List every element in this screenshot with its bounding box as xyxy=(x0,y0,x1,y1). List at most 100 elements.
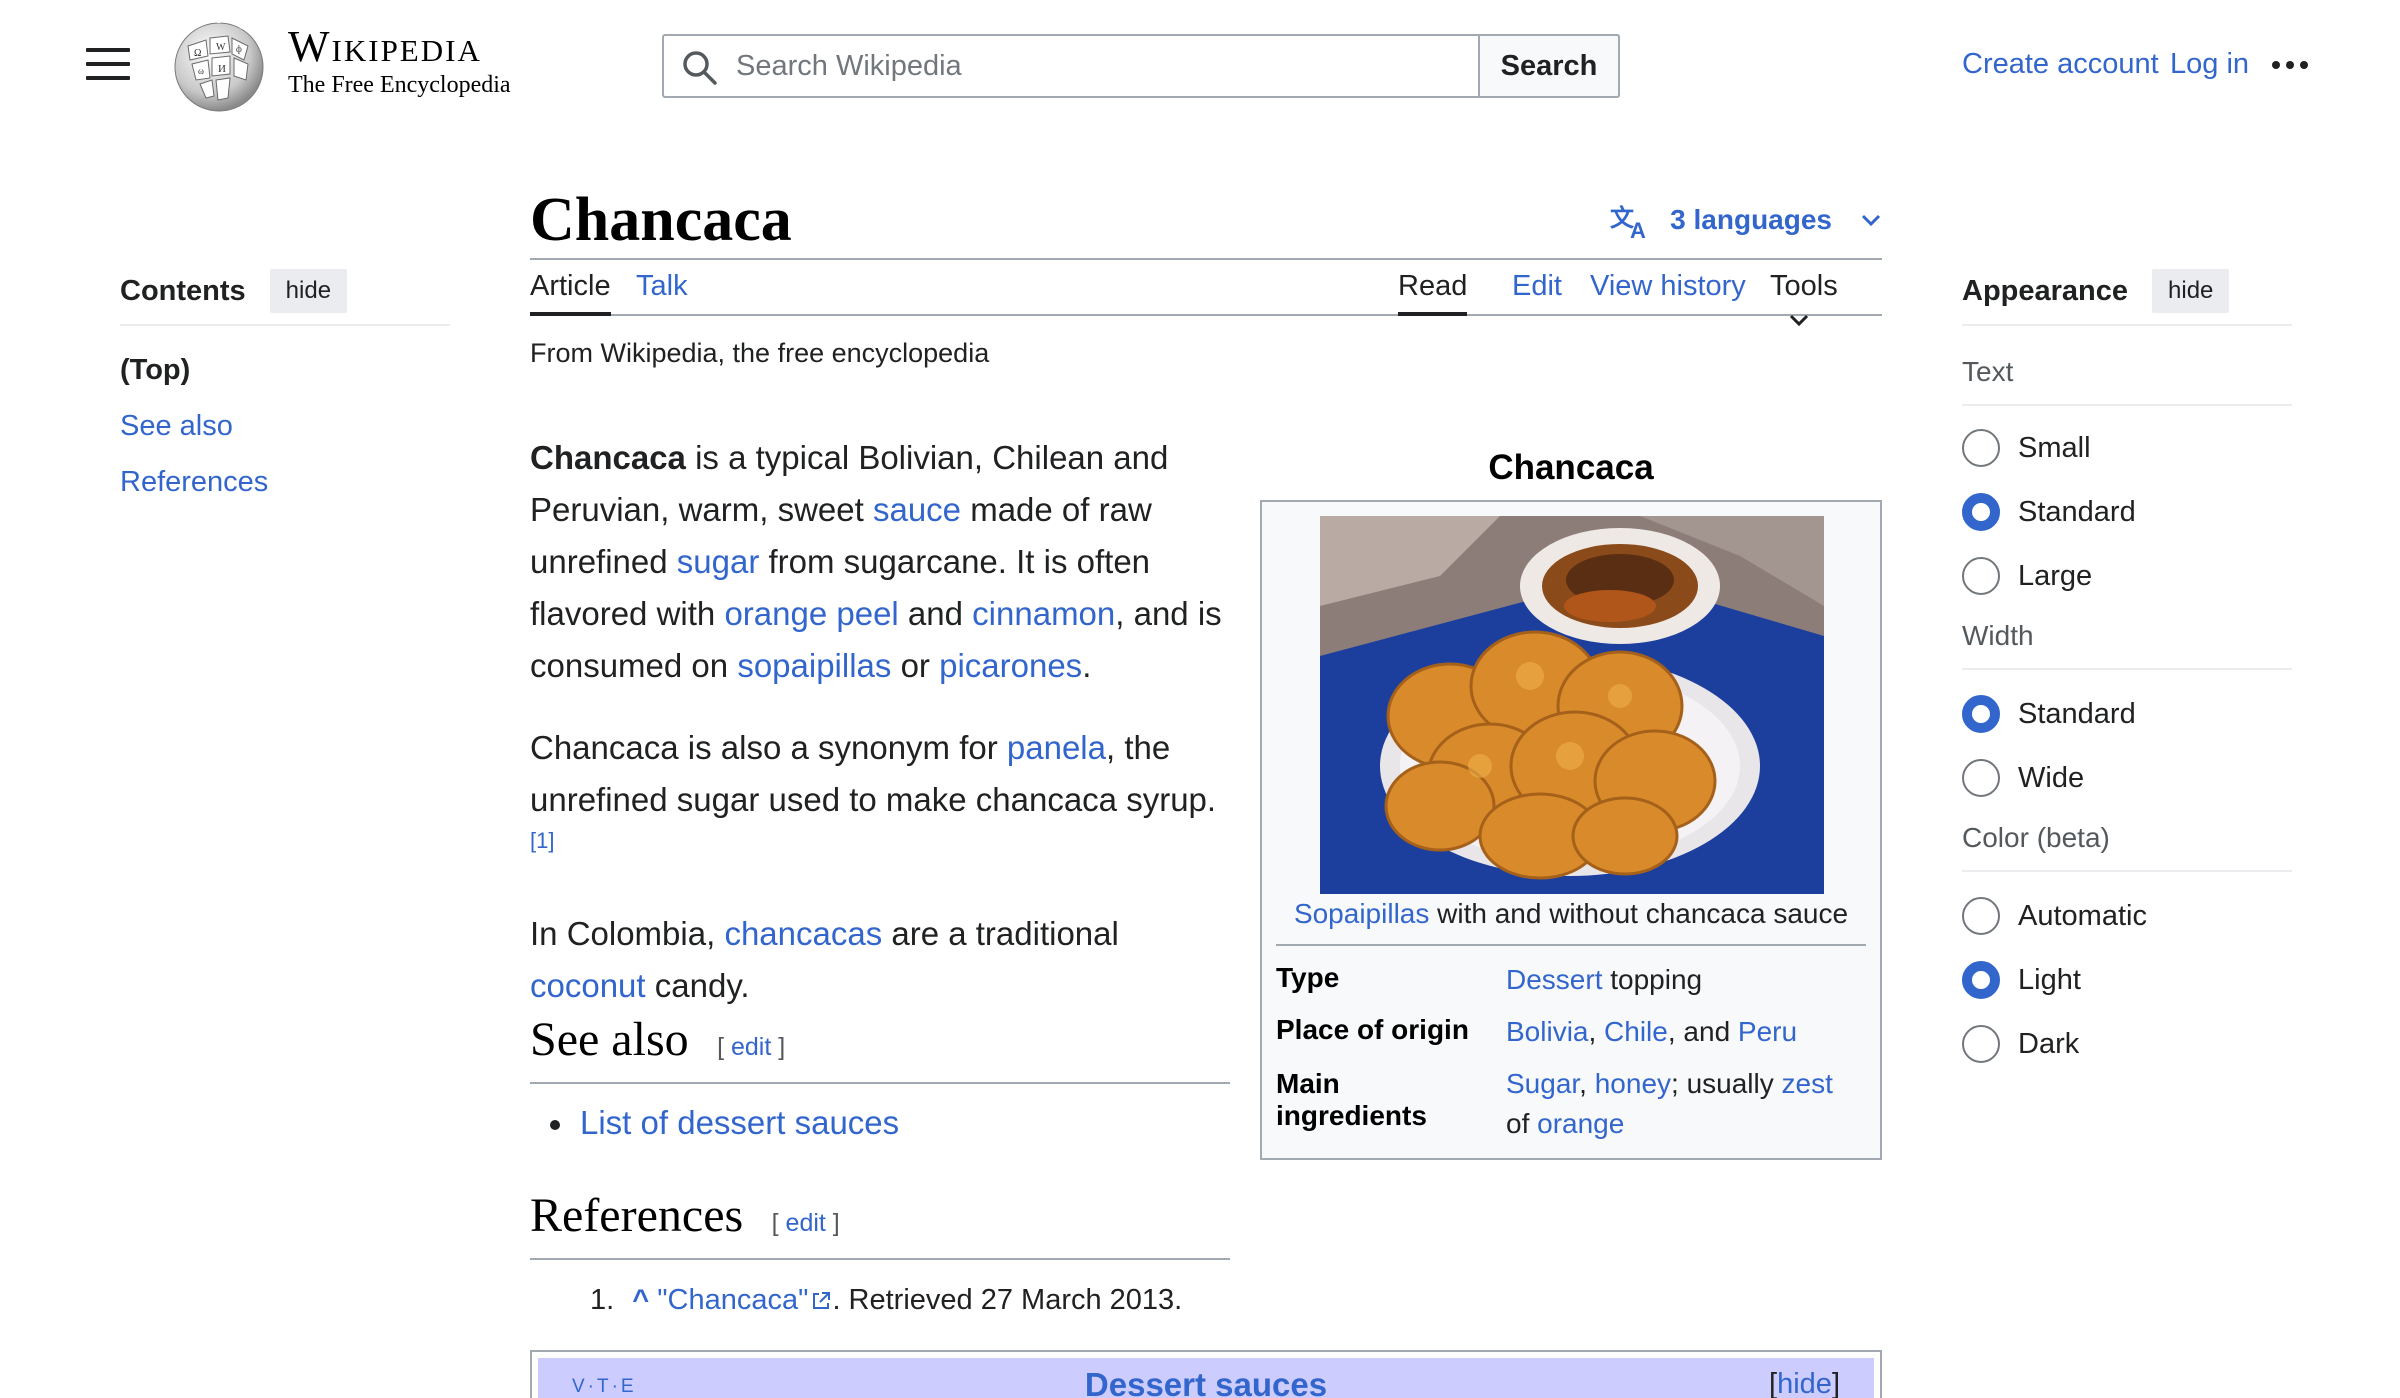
chevron-down-icon xyxy=(1861,214,1881,227)
sopaipillas-photo[interactable] xyxy=(1320,516,1824,894)
article-body: Chancaca is a typical Bolivian, Chilean … xyxy=(530,432,1230,1042)
radio-label: Standard xyxy=(2018,495,2136,528)
link-orange-peel[interactable]: orange peel xyxy=(724,595,898,632)
toc-item-see-also[interactable]: See also xyxy=(120,410,450,442)
toc-item-references[interactable]: References xyxy=(120,466,450,498)
tab-edit[interactable]: Edit xyxy=(1512,270,1562,316)
radio-width-wide[interactable]: Wide xyxy=(1962,746,2292,810)
radio-button-selected[interactable] xyxy=(1962,961,2000,999)
search-button[interactable]: Search xyxy=(1478,34,1620,98)
reference-backlink[interactable]: ^ xyxy=(632,1284,649,1316)
radio-button[interactable] xyxy=(1962,759,2000,797)
navbox-hide-link[interactable]: hide xyxy=(1777,1368,1832,1398)
chevron-down-icon xyxy=(1789,315,1809,327)
radio-color-dark[interactable]: Dark xyxy=(1962,1012,2292,1076)
radio-text-small[interactable]: Small xyxy=(1962,416,2292,480)
link-chile[interactable]: Chile xyxy=(1604,1016,1668,1047)
link-sopaipillas-caption[interactable]: Sopaipillas xyxy=(1294,898,1429,929)
create-account-link[interactable]: Create account xyxy=(1962,48,2159,81)
bracket: [ xyxy=(717,1033,731,1061)
toc-header: Contents hide xyxy=(120,269,450,326)
search-icon xyxy=(683,51,717,85)
infobox-caption: Sopaipillas with and without chancaca sa… xyxy=(1262,898,1880,930)
radio-color-light[interactable]: Light xyxy=(1962,948,2292,1012)
link-list-of-dessert-sauces[interactable]: List of dessert sauces xyxy=(580,1104,899,1141)
link-bolivia[interactable]: Bolivia xyxy=(1506,1016,1588,1047)
link-sugar[interactable]: sugar xyxy=(677,543,760,580)
link-sopaipillas[interactable]: sopaipillas xyxy=(737,647,891,684)
link-zest[interactable]: zest xyxy=(1782,1068,1833,1099)
svg-text:A: A xyxy=(1630,218,1646,240)
tab-view-history[interactable]: View history xyxy=(1590,270,1746,316)
svg-text:W: W xyxy=(216,42,226,53)
heading-references: References xyxy=(530,1189,744,1242)
site-sub: From Wikipedia, the free encyclopedia xyxy=(530,338,990,368)
link-chancacas[interactable]: chancacas xyxy=(724,915,882,952)
infobox: Sopaipillas with and without chancaca sa… xyxy=(1260,500,1882,1160)
link-peru[interactable]: Peru xyxy=(1738,1016,1797,1047)
text: In Colombia, xyxy=(530,915,725,952)
tab-talk[interactable]: Talk xyxy=(636,270,688,316)
link-sauce[interactable]: sauce xyxy=(873,491,961,528)
bracket: ] xyxy=(825,1209,840,1237)
link-panela[interactable]: panela xyxy=(1007,729,1106,766)
search-input[interactable] xyxy=(736,42,1436,90)
radio-button[interactable] xyxy=(1962,1025,2000,1063)
link-honey[interactable]: honey xyxy=(1595,1068,1671,1099)
toc-item-top[interactable]: (Top) xyxy=(120,354,450,386)
navbox-title[interactable]: Dessert sauces xyxy=(538,1366,1874,1398)
radio-button-selected[interactable] xyxy=(1962,695,2000,733)
reference-link-chancaca[interactable]: "Chancaca" xyxy=(657,1284,808,1316)
radio-text-large[interactable]: Large xyxy=(1962,544,2292,608)
languages-button[interactable]: 文 A 3 languages xyxy=(1610,200,1882,240)
reference-text: . Retrieved 27 March 2013. xyxy=(832,1284,1183,1316)
wikipedia-wordmark[interactable]: Wikipedia The Free Encyclopedia xyxy=(288,22,511,98)
radio-button[interactable] xyxy=(1962,557,2000,595)
appearance-header: Appearance hide xyxy=(1962,269,2292,326)
radio-width-standard[interactable]: Standard xyxy=(1962,682,2292,746)
reference-1-link[interactable]: [1] xyxy=(530,828,554,853)
paragraph-1: Chancaca is a typical Bolivian, Chilean … xyxy=(530,432,1230,692)
radio-label: Wide xyxy=(2018,761,2085,794)
paragraph-3: In Colombia, chancacas are a traditional… xyxy=(530,908,1230,1012)
radio-color-automatic[interactable]: Automatic xyxy=(1962,884,2292,948)
radio-button[interactable] xyxy=(1962,429,2000,467)
toc-hide-button[interactable]: hide xyxy=(269,269,348,313)
link-picarones[interactable]: picarones xyxy=(939,647,1082,684)
radio-text-standard[interactable]: Standard xyxy=(1962,480,2292,544)
svg-text:ф: ф xyxy=(236,44,242,54)
bracket: ] xyxy=(1831,1368,1840,1398)
appearance-hide-button[interactable]: hide xyxy=(2152,269,2230,313)
edit-see-also-link[interactable]: edit xyxy=(731,1033,771,1061)
infobox-value: Sugar, honey; usually zest of orange xyxy=(1506,1064,1866,1144)
label-line: ingredients xyxy=(1276,1100,1427,1131)
edit-references-link[interactable]: edit xyxy=(786,1209,826,1237)
link-cinnamon[interactable]: cinnamon xyxy=(972,595,1115,632)
site-header: Ω W ф И ω Wikipedia The Free Encyclopedi… xyxy=(0,0,2400,130)
label-line: Main xyxy=(1276,1068,1340,1099)
text: , xyxy=(1588,1016,1605,1047)
tab-article[interactable]: Article xyxy=(530,270,611,316)
text: of xyxy=(1506,1108,1538,1139)
text: , and xyxy=(1667,1016,1738,1047)
radio-button-selected[interactable] xyxy=(1962,493,2000,531)
link-dessert[interactable]: Dessert xyxy=(1506,964,1602,995)
infobox-label: Main ingredients xyxy=(1276,1068,1506,1132)
link-coconut[interactable]: coconut xyxy=(530,967,646,1004)
svg-text:Ω: Ω xyxy=(194,48,201,59)
link-sugar[interactable]: Sugar xyxy=(1506,1068,1579,1099)
more-icon[interactable] xyxy=(2272,56,2316,70)
paragraph-2: Chancaca is also a synonym for panela, t… xyxy=(530,722,1230,878)
navbox-header: V·T·E Dessert sauces [hide] xyxy=(538,1358,1874,1398)
radio-button[interactable] xyxy=(1962,897,2000,935)
infobox-label: Type xyxy=(1276,962,1340,993)
bracket: [ xyxy=(1769,1368,1778,1398)
tab-read[interactable]: Read xyxy=(1398,270,1468,316)
appearance-width-label: Width xyxy=(1962,620,2292,670)
link-orange[interactable]: orange xyxy=(1537,1108,1624,1139)
log-in-link[interactable]: Log in xyxy=(2170,48,2249,81)
tab-tools[interactable]: Tools xyxy=(1770,270,1882,327)
wikipedia-globe-logo[interactable]: Ω W ф И ω xyxy=(168,18,270,112)
languages-label: 3 languages xyxy=(1670,204,1832,235)
hamburger-icon[interactable] xyxy=(86,48,130,84)
